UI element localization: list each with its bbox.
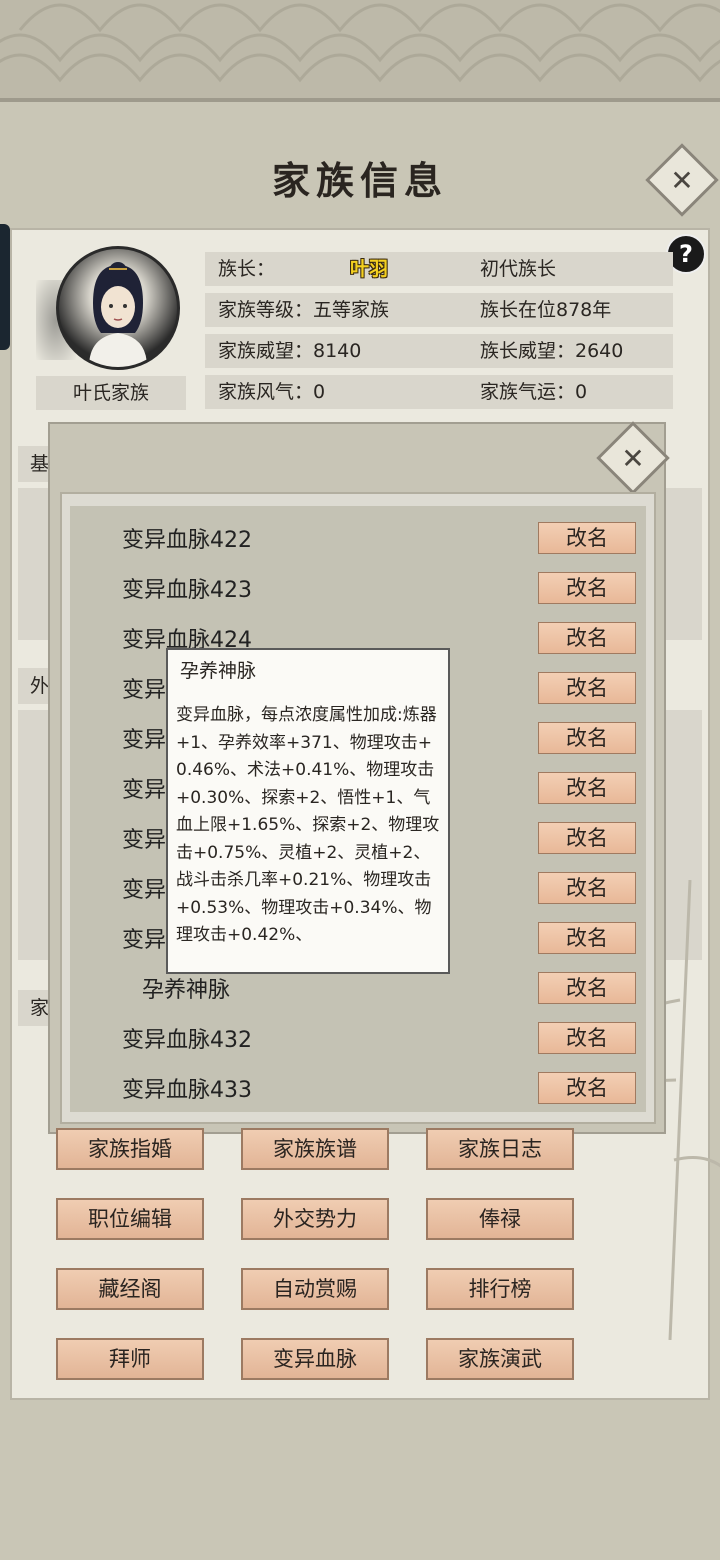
- page-title: 家族信息: [271, 158, 448, 203]
- info-row-prestige: 家族威望：8140 族长威望：2640: [205, 334, 673, 368]
- bloodline-item-label: 变异: [122, 828, 167, 853]
- side-drawer-handle[interactable]: [0, 224, 10, 350]
- bloodline-tooltip: 孕养神脉 变异血脉，每点浓度属性加成:炼器+1、孕养效率+371、物理攻击+0.…: [166, 648, 450, 974]
- diplomacy-button[interactable]: 外交势力: [241, 1198, 389, 1240]
- section-tab-external[interactable]: 外: [18, 668, 52, 704]
- avatar-portrait: [89, 262, 147, 367]
- leaderboard-button[interactable]: 排行榜: [426, 1268, 574, 1310]
- info-row-leader: 族长： 叶羽 初代族长: [205, 252, 673, 286]
- leader-tenure: 族长在位878年: [480, 299, 612, 321]
- rename-button[interactable]: 改名: [538, 922, 636, 954]
- rename-button[interactable]: 改名: [538, 1072, 636, 1104]
- rename-button[interactable]: 改名: [538, 522, 636, 554]
- bloodline-item-label: 变异: [122, 728, 167, 753]
- salary-button[interactable]: 俸禄: [426, 1198, 574, 1240]
- bloodline-item-label: 孕养神脉: [142, 978, 231, 1003]
- rename-button[interactable]: 改名: [538, 772, 636, 804]
- rename-button[interactable]: 改名: [538, 872, 636, 904]
- close-icon: ✕: [621, 441, 645, 475]
- rename-button[interactable]: 改名: [538, 572, 636, 604]
- family-log-button[interactable]: 家族日志: [426, 1128, 574, 1170]
- scripture-pavilion-button[interactable]: 藏经阁: [56, 1268, 204, 1310]
- rename-button[interactable]: 改名: [538, 1022, 636, 1054]
- bloodline-item-label: 变异: [122, 678, 167, 703]
- leader-name[interactable]: 叶羽: [350, 252, 388, 286]
- info-row-level: 家族等级：五等家族 族长在位878年: [205, 293, 673, 327]
- close-icon: ✕: [670, 163, 694, 197]
- position-edit-button[interactable]: 职位编辑: [56, 1198, 204, 1240]
- leader-prestige: 族长威望：2640: [480, 340, 624, 362]
- rename-button[interactable]: 改名: [538, 822, 636, 854]
- auto-reward-button[interactable]: 自动赏赐: [241, 1268, 389, 1310]
- bloodline-item-label: 变异血脉433: [122, 1078, 252, 1103]
- tooltip-body: 变异血脉，每点浓度属性加成:炼器+1、孕养效率+371、物理攻击+0.46%、术…: [176, 705, 440, 945]
- leader-generation: 初代族长: [480, 258, 557, 280]
- family-name-label: 叶氏家族: [36, 376, 186, 410]
- family-sparring-button[interactable]: 家族演武: [426, 1338, 574, 1380]
- wave-pattern: [0, 3, 720, 83]
- family-marriage-button[interactable]: 家族指婚: [56, 1128, 204, 1170]
- bloodline-item-label: 变异: [122, 928, 167, 953]
- leader-label: 族长：: [218, 258, 276, 280]
- apprentice-button[interactable]: 拜师: [56, 1338, 204, 1380]
- bloodline-item-label: 变异血脉432: [122, 1028, 252, 1053]
- info-row-culture: 家族风气：0 家族气运：0: [205, 375, 673, 409]
- section-tab-basic[interactable]: 基: [18, 446, 52, 482]
- rename-button[interactable]: 改名: [538, 972, 636, 1004]
- bloodline-item-label: 变异: [122, 878, 167, 903]
- avatar[interactable]: [56, 246, 180, 370]
- mutant-bloodline-button[interactable]: 变异血脉: [241, 1338, 389, 1380]
- family-level: 家族等级：五等家族: [218, 299, 390, 321]
- bloodline-item-label: 变异血脉422: [122, 528, 252, 553]
- family-fortune: 家族气运：0: [480, 381, 588, 403]
- rename-button[interactable]: 改名: [538, 622, 636, 654]
- section-tab-family[interactable]: 家: [18, 990, 52, 1026]
- tooltip-title: 孕养神脉: [180, 660, 257, 682]
- family-culture: 家族风气：0: [218, 381, 326, 403]
- rename-button[interactable]: 改名: [538, 722, 636, 754]
- rename-button[interactable]: 改名: [538, 672, 636, 704]
- top-decor-band: [0, 0, 720, 102]
- family-tree-button[interactable]: 家族族谱: [241, 1128, 389, 1170]
- bloodline-item-label: 变异: [122, 778, 167, 803]
- bloodline-item-label: 变异血脉423: [122, 578, 252, 603]
- family-prestige: 家族威望：8140: [218, 340, 362, 362]
